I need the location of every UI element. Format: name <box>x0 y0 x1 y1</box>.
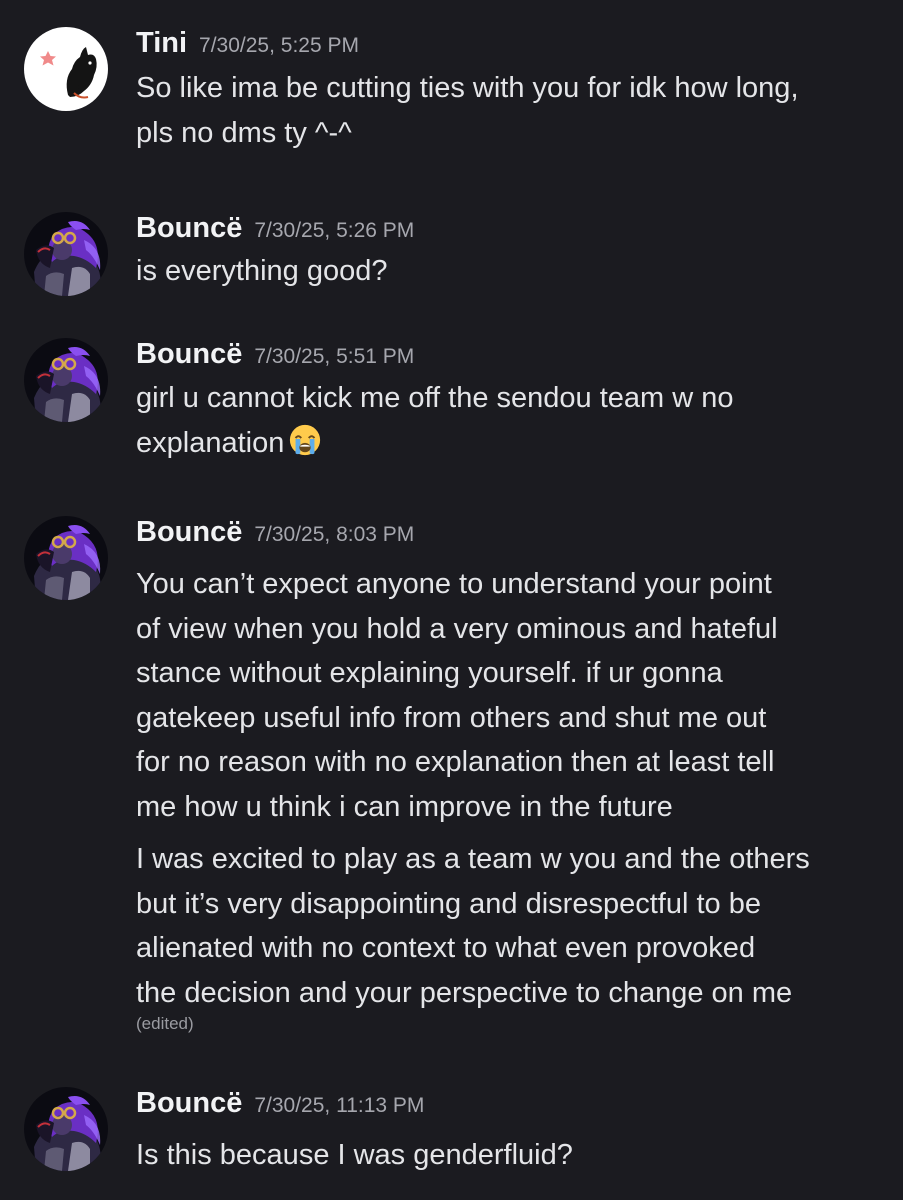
username[interactable]: Bouncë <box>136 1087 242 1119</box>
message-text: girl u cannot kick me off the sendou tea… <box>136 382 734 459</box>
message-content: girl u cannot kick me off the sendou tea… <box>136 376 876 465</box>
timestamp: 7/30/25, 11:13 PM <box>254 1094 425 1117</box>
message-content: So like ima be cutting ties with you for… <box>136 66 876 155</box>
message-text: is everything good? <box>136 255 388 287</box>
username[interactable]: Bouncë <box>136 212 242 244</box>
message-content: You can’t expect anyone to understand yo… <box>136 562 876 1035</box>
message-header: Bouncë 7/30/25, 5:51 PM <box>136 338 414 372</box>
message-header: Bouncë 7/30/25, 8:03 PM <box>136 516 414 550</box>
timestamp: 7/30/25, 5:25 PM <box>199 34 359 57</box>
message-header: Bouncë 7/30/25, 11:13 PM <box>136 1087 424 1121</box>
timestamp: 7/30/25, 5:51 PM <box>254 345 415 368</box>
message-text: Is this because I was genderfluid? <box>136 1139 573 1171</box>
message-header: Tini 7/30/25, 5:25 PM <box>136 27 359 61</box>
username[interactable]: Bouncë <box>136 338 242 370</box>
loudly-crying-face-emoji <box>290 424 321 455</box>
bounce-avatar-icon[interactable] <box>24 1087 108 1171</box>
message-text: You can’t expect anyone to understand yo… <box>136 568 778 823</box>
message-content: is everything good? <box>136 249 876 294</box>
bounce-avatar-icon[interactable] <box>24 516 108 600</box>
username[interactable]: Tini <box>136 27 187 59</box>
bounce-avatar-icon[interactable] <box>24 338 108 422</box>
message-header: Bouncë 7/30/25, 5:26 PM <box>136 212 414 246</box>
message-content: Is this because I was genderfluid? <box>136 1133 876 1178</box>
edited-label: (edited) <box>136 1014 194 1033</box>
bounce-avatar-icon[interactable] <box>24 212 108 296</box>
tini-avatar-icon[interactable] <box>24 27 108 111</box>
message-text: So like ima be cutting ties with you for… <box>136 72 799 149</box>
username[interactable]: Bouncë <box>136 516 242 548</box>
timestamp: 7/30/25, 5:26 PM <box>254 219 415 242</box>
message-text: I was excited to play as a team w you an… <box>136 843 810 1009</box>
chat-log: Tini 7/30/25, 5:25 PM So like ima be cutt… <box>0 0 903 1200</box>
timestamp: 7/30/25, 8:03 PM <box>254 523 415 546</box>
